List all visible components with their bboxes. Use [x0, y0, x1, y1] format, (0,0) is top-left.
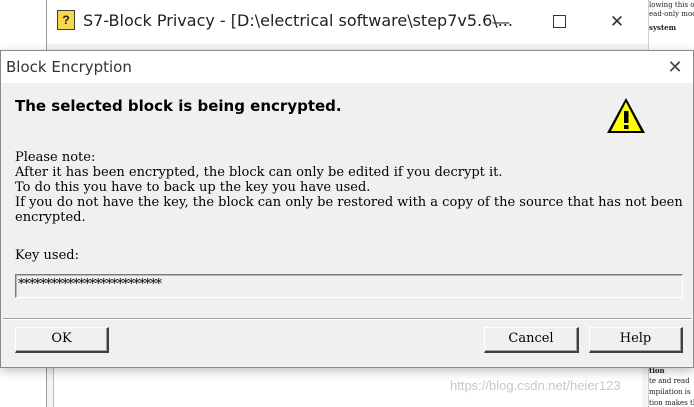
block-encryption-dialog: Block Encryption ✕ The selected block is… — [0, 50, 694, 368]
close-icon[interactable]: ✕ — [595, 8, 639, 36]
warning-triangle-icon — [607, 98, 645, 133]
key-used-value: ************************** — [18, 277, 162, 292]
key-used-label: Key used: — [15, 248, 79, 263]
dialog-headline: The selected block is being encrypted. — [15, 97, 342, 115]
help-button[interactable]: Help — [589, 327, 683, 353]
background-doc-line: tion makes th — [649, 399, 694, 407]
close-icon[interactable]: ✕ — [661, 55, 689, 79]
encryption-notes: Please note: After it has been encrypted… — [15, 150, 687, 225]
background-doc-line: te and read — [649, 377, 690, 385]
background-doc-line: lowing this op — [649, 1, 694, 9]
dialog-titlebar[interactable]: Block Encryption ✕ — [1, 51, 693, 83]
background-doc-line: ead-only mod — [649, 10, 694, 18]
dialog-title: Block Encryption — [6, 58, 132, 76]
background-window-titlebar[interactable]: ? S7-Block Privacy - [D:\electrical soft… — [47, 0, 649, 44]
background-doc-line: mpilation is — [649, 388, 691, 396]
minimize-icon[interactable]: — — [479, 8, 523, 36]
key-app-icon: ? — [57, 10, 75, 30]
note-line: After it has been encrypted, the block c… — [15, 165, 503, 180]
background-doc-line: system — [649, 23, 677, 32]
cancel-button[interactable]: Cancel — [484, 327, 579, 353]
watermark: https://blog.csdn.net/heier123 — [450, 378, 621, 393]
background-window-title: S7-Block Privacy - [D:\electrical softwa… — [83, 11, 513, 30]
note-line: To do this you have to back up the key y… — [15, 180, 371, 195]
key-used-field[interactable]: ************************** — [15, 274, 683, 298]
note-line: Please note: — [15, 150, 96, 165]
ok-button[interactable]: OK — [15, 327, 109, 353]
maximize-icon[interactable] — [537, 8, 581, 36]
note-line: If you do not have the key, the block ca… — [15, 195, 687, 225]
divider — [3, 318, 691, 320]
